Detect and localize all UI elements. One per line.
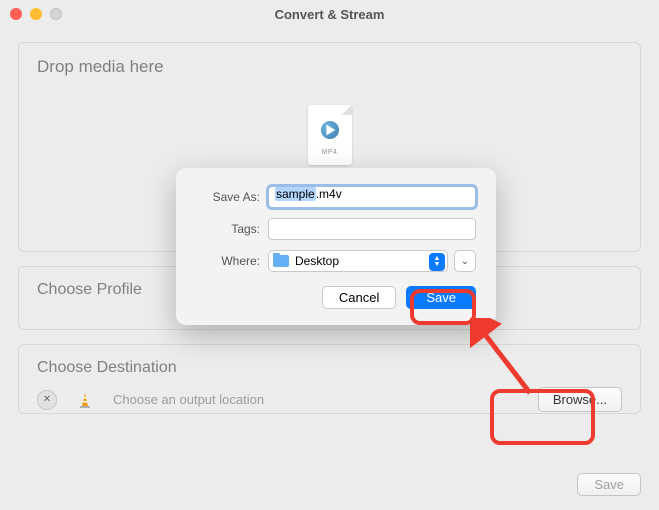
main-save-button[interactable]: Save <box>577 473 641 496</box>
quicktime-icon <box>321 121 339 139</box>
choose-destination-title: Choose Destination <box>37 359 622 377</box>
file-extension-label: MP4 <box>322 149 338 156</box>
filename-selected-text: sample <box>275 187 316 201</box>
vlc-cone-icon <box>75 390 95 410</box>
clear-destination-button[interactable]: ✕ <box>37 390 57 410</box>
drop-media-title: Drop media here <box>37 57 622 77</box>
tags-input[interactable] <box>268 218 476 240</box>
where-dropdown[interactable]: Desktop ▲▼ <box>268 250 448 272</box>
save-as-input[interactable]: sample.m4v <box>268 186 476 208</box>
updown-arrows-icon: ▲▼ <box>429 253 445 271</box>
filename-extension-text: .m4v <box>316 187 342 201</box>
zoom-window-icon <box>50 8 62 20</box>
browse-button[interactable]: Browse... <box>538 387 622 412</box>
chevron-down-icon: ⌄ <box>461 256 469 267</box>
tags-label: Tags: <box>196 222 260 236</box>
minimize-window-icon[interactable] <box>30 8 42 20</box>
expand-dialog-button[interactable]: ⌄ <box>454 250 476 272</box>
destination-hint: Choose an output location <box>113 392 520 407</box>
save-as-label: Save As: <box>196 190 260 204</box>
cancel-button[interactable]: Cancel <box>322 286 396 309</box>
choose-profile-title: Choose Profile <box>37 281 142 299</box>
media-file-thumb[interactable]: MP4 <box>308 105 352 165</box>
window-title: Convert & Stream <box>0 7 659 22</box>
folder-icon <box>273 255 289 267</box>
close-window-icon[interactable] <box>10 8 22 20</box>
choose-destination-panel: Choose Destination ✕ Choose an output lo… <box>18 344 641 414</box>
save-button[interactable]: Save <box>406 286 476 309</box>
where-value: Desktop <box>295 254 339 268</box>
traffic-lights <box>10 8 62 20</box>
save-dialog-sheet: Save As: sample.m4v Tags: Where: Desktop… <box>176 168 496 325</box>
where-label: Where: <box>196 254 260 268</box>
